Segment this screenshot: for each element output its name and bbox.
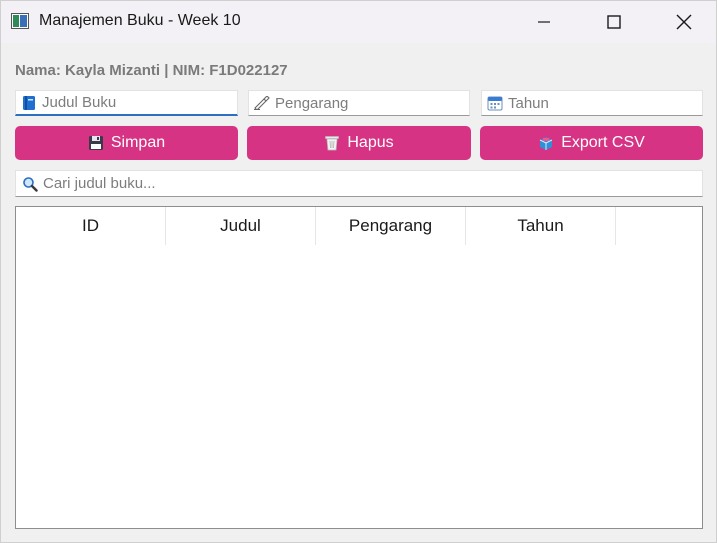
maximize-icon bbox=[607, 15, 621, 29]
minimize-button[interactable] bbox=[521, 1, 567, 43]
window-title: Manajemen Buku - Week 10 bbox=[39, 12, 241, 29]
magnifier-icon bbox=[22, 176, 38, 192]
export-csv-label: Export CSV bbox=[561, 134, 645, 151]
maximize-button[interactable] bbox=[591, 1, 637, 43]
hapus-button[interactable]: Hapus bbox=[247, 126, 471, 160]
close-button[interactable] bbox=[661, 1, 707, 43]
column-header-tahun[interactable]: Tahun bbox=[466, 207, 616, 245]
package-icon bbox=[538, 135, 554, 151]
close-icon bbox=[676, 14, 692, 30]
search-field[interactable] bbox=[15, 170, 703, 197]
column-header-id[interactable]: ID bbox=[16, 207, 166, 245]
books-table[interactable]: ID Judul Pengarang Tahun bbox=[15, 206, 703, 529]
student-info-label: Nama: Kayla Mizanti | NIM: F1D022127 bbox=[15, 62, 288, 79]
simpan-label: Simpan bbox=[110, 134, 166, 151]
export-csv-button[interactable]: Export CSV bbox=[480, 126, 703, 160]
pengarang-field[interactable] bbox=[248, 90, 470, 116]
pengarang-input[interactable] bbox=[275, 94, 469, 112]
writing-hand-icon bbox=[254, 95, 270, 111]
minimize-icon bbox=[538, 21, 550, 23]
floppy-disk-icon bbox=[88, 135, 104, 151]
judul-buku-field[interactable] bbox=[15, 90, 238, 116]
tahun-input[interactable] bbox=[508, 94, 702, 112]
trash-icon bbox=[324, 135, 340, 151]
search-input[interactable] bbox=[43, 175, 702, 192]
book-icon bbox=[21, 95, 37, 111]
main-window: Manajemen Buku - Week 10 Nama: Kayla Miz… bbox=[0, 0, 717, 543]
app-icon bbox=[11, 13, 29, 29]
simpan-button[interactable]: Simpan bbox=[15, 126, 238, 160]
table-header: ID Judul Pengarang Tahun bbox=[16, 207, 616, 245]
title-bar[interactable]: Manajemen Buku - Week 10 bbox=[1, 1, 716, 43]
column-header-judul[interactable]: Judul bbox=[166, 207, 316, 245]
column-header-pengarang[interactable]: Pengarang bbox=[316, 207, 466, 245]
judul-buku-input[interactable] bbox=[42, 94, 237, 111]
calendar-icon bbox=[487, 95, 503, 111]
tahun-field[interactable] bbox=[481, 90, 703, 116]
hapus-label: Hapus bbox=[347, 134, 394, 151]
